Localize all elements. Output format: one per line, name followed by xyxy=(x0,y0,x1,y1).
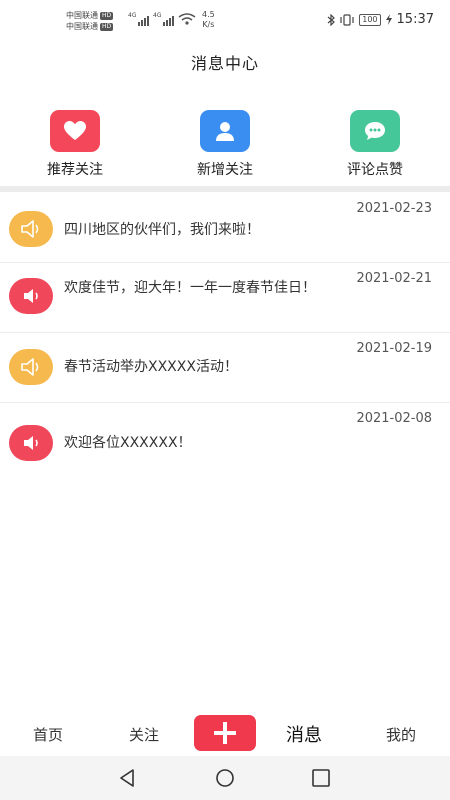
recents-square-icon[interactable] xyxy=(311,768,331,788)
nav-home[interactable]: 首页 xyxy=(18,724,78,745)
message-item[interactable]: 2021-02-21 欢度佳节，迎大年！一年一度春节佳日！ xyxy=(0,263,450,333)
nav-messages[interactable]: 消息 xyxy=(274,721,334,747)
carrier-2: 中国联通 xyxy=(66,22,98,31)
battery-level: 100 xyxy=(359,13,381,26)
bottom-nav: 首页 关注 消息 我的 xyxy=(0,712,450,756)
status-bar: 中国联通 HD 中国联通 HD 4G 4G 4.5 K/s 100 15:37 xyxy=(0,0,450,40)
bluetooth-icon xyxy=(327,13,336,26)
home-circle-icon[interactable] xyxy=(214,768,236,788)
status-right: 100 15:37 xyxy=(327,12,434,27)
message-list: 2021-02-23 四川地区的伙伴们，我们来啦！ 2021-02-21 欢度佳… xyxy=(0,193,450,473)
wifi-icon xyxy=(178,13,196,25)
quick-recommend-follow[interactable]: 推荐关注 xyxy=(20,110,130,179)
add-button[interactable] xyxy=(194,715,256,751)
page-title: 消息中心 xyxy=(190,54,259,73)
network-speed: 4.5 K/s xyxy=(202,10,215,29)
message-item[interactable]: 2021-02-19 春节活动举办XXXXX活动！ xyxy=(0,333,450,403)
user-icon xyxy=(200,110,250,152)
signal-1-icon: 4G xyxy=(128,12,150,26)
quick-actions: 推荐关注 新增关注 评论点赞 xyxy=(0,110,450,182)
nav-follow[interactable]: 关注 xyxy=(114,724,174,745)
quick-label-new-follow: 新增关注 xyxy=(197,162,253,178)
section-divider xyxy=(0,186,450,192)
message-date: 2021-02-08 xyxy=(356,411,432,426)
charging-icon xyxy=(385,14,392,25)
hd-badge-2: HD xyxy=(100,22,114,31)
message-text: 欢迎各位XXXXXX！ xyxy=(64,435,192,451)
vibrate-icon xyxy=(340,13,354,26)
message-text: 四川地区的伙伴们，我们来啦！ xyxy=(64,222,260,238)
chat-bubble-icon xyxy=(350,110,400,152)
clock: 15:37 xyxy=(396,12,434,27)
back-triangle-icon[interactable] xyxy=(118,768,138,788)
signal-2-icon: 4G xyxy=(153,12,175,26)
speaker-outline-icon xyxy=(9,349,53,385)
message-date: 2021-02-21 xyxy=(356,271,432,286)
quick-new-follow[interactable]: 新增关注 xyxy=(170,110,280,179)
system-nav-bar xyxy=(0,756,450,800)
quick-comments-likes[interactable]: 评论点赞 xyxy=(320,110,430,179)
carrier-info: 中国联通 HD 中国联通 HD xyxy=(66,10,114,32)
message-text: 春节活动举办XXXXX活动！ xyxy=(64,359,238,375)
message-date: 2021-02-23 xyxy=(356,201,432,216)
message-text: 欢度佳节，迎大年！一年一度春节佳日！ xyxy=(64,280,316,296)
heart-icon xyxy=(50,110,100,152)
carrier-1: 中国联通 xyxy=(66,11,98,20)
message-item[interactable]: 2021-02-08 欢迎各位XXXXXX！ xyxy=(0,403,450,473)
nav-mine[interactable]: 我的 xyxy=(371,724,431,745)
hd-badge-1: HD xyxy=(100,11,114,20)
message-date: 2021-02-19 xyxy=(356,341,432,356)
quick-label-comments: 评论点赞 xyxy=(347,162,403,178)
plus-icon xyxy=(214,722,236,744)
speaker-solid-icon xyxy=(9,425,53,461)
message-item[interactable]: 2021-02-23 四川地区的伙伴们，我们来啦！ xyxy=(0,193,450,263)
quick-label-recommend: 推荐关注 xyxy=(47,162,103,178)
speaker-solid-icon xyxy=(9,278,53,314)
speaker-outline-icon xyxy=(9,211,53,247)
